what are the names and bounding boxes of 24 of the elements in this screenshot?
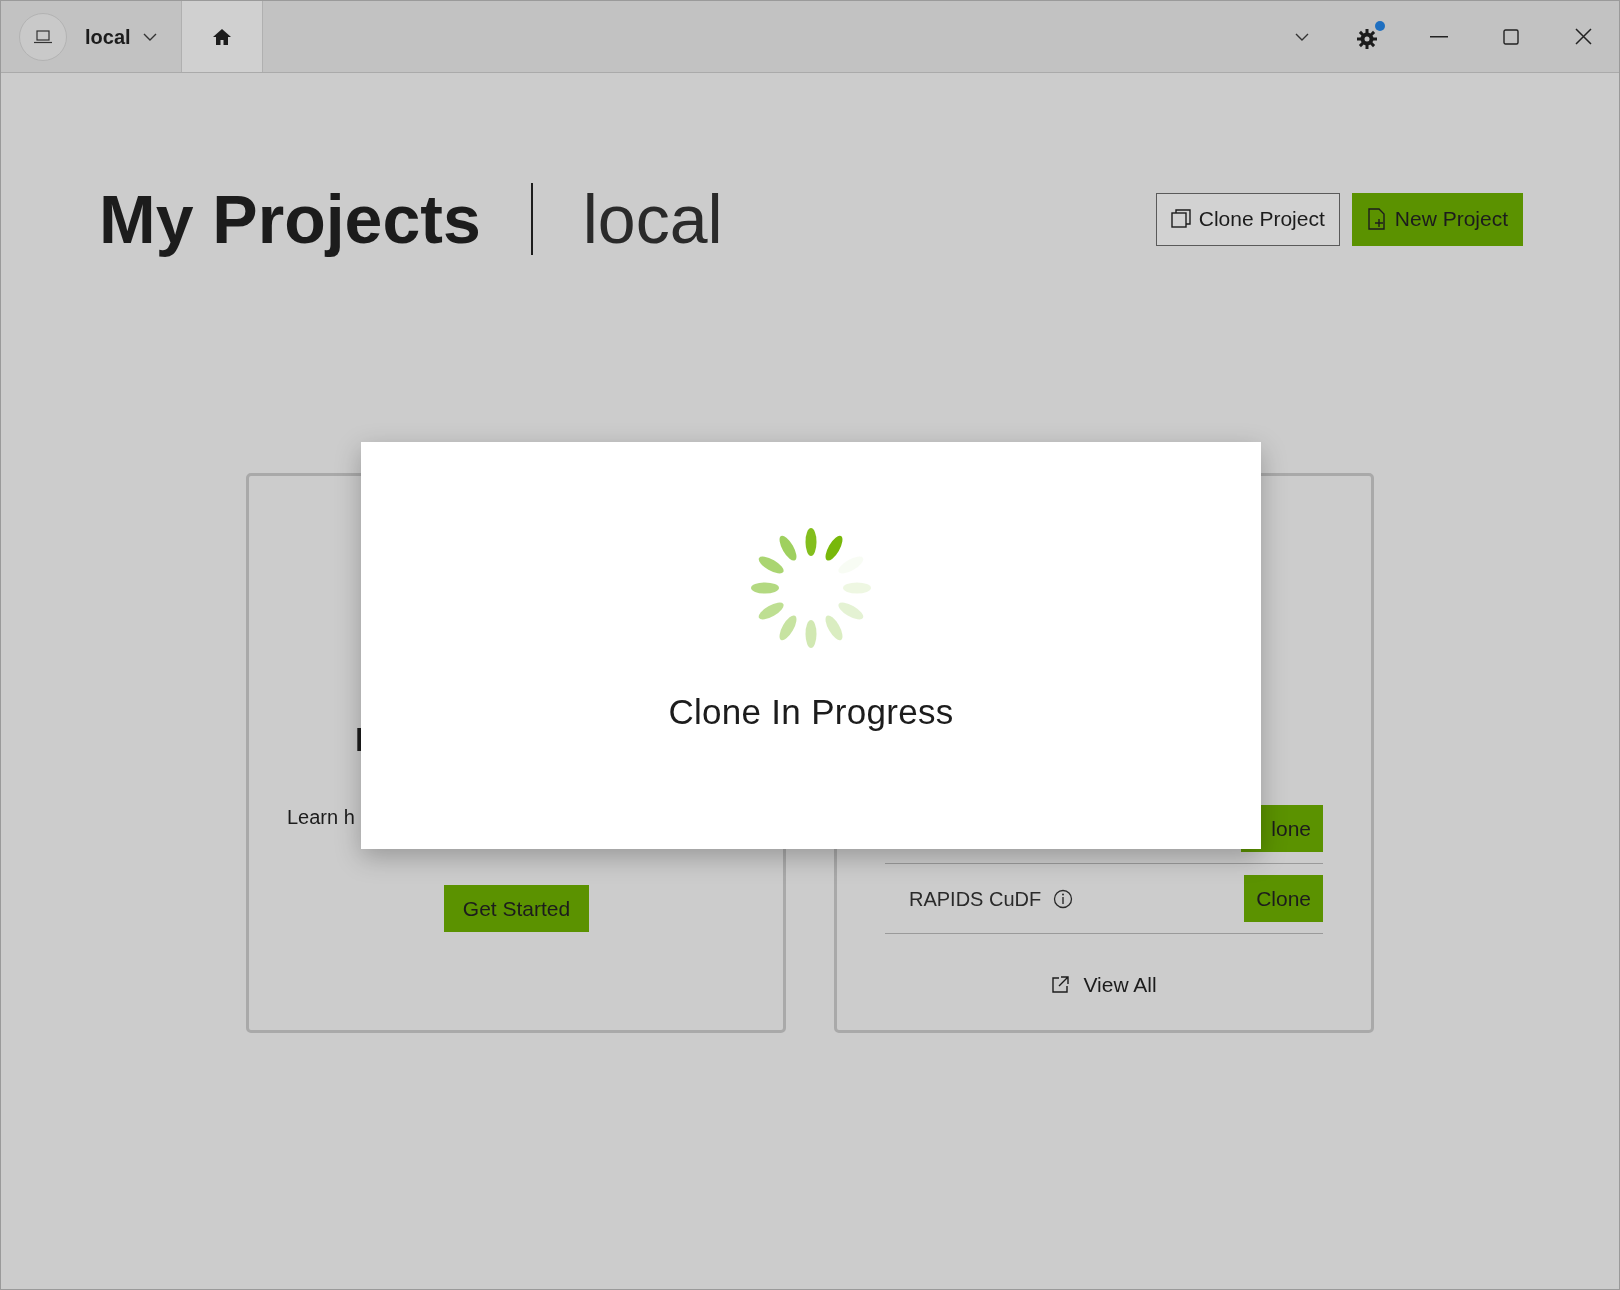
clone-project-button[interactable]: Clone Project bbox=[1155, 192, 1340, 246]
laptop-icon bbox=[34, 30, 52, 44]
chevron-down-icon bbox=[142, 32, 157, 41]
info-icon bbox=[1053, 888, 1074, 909]
home-icon bbox=[211, 27, 232, 46]
view-all-link[interactable]: View All bbox=[885, 968, 1323, 1002]
clone-button[interactable]: Clone bbox=[1244, 875, 1323, 922]
chevron-down-icon bbox=[1295, 32, 1309, 41]
computer-avatar[interactable] bbox=[19, 13, 67, 61]
context-title: local bbox=[582, 185, 723, 253]
minimize-icon bbox=[1430, 35, 1448, 38]
context-name: local bbox=[85, 24, 131, 50]
modal-title: Clone In Progress bbox=[668, 691, 954, 733]
project-name: RAPIDS CuDF bbox=[909, 886, 1042, 912]
external-link-icon bbox=[1051, 975, 1070, 994]
get-started-button[interactable]: Get Started bbox=[444, 885, 589, 932]
maximize-icon bbox=[1503, 28, 1519, 45]
card-description: Learn h bbox=[287, 805, 355, 830]
settings-icon bbox=[1357, 29, 1377, 50]
home-tab[interactable] bbox=[180, 1, 263, 72]
copy-icon bbox=[1170, 209, 1191, 229]
new-project-button[interactable]: New Project bbox=[1351, 192, 1523, 246]
file-plus-icon bbox=[1366, 208, 1387, 230]
close-icon bbox=[1574, 28, 1592, 45]
